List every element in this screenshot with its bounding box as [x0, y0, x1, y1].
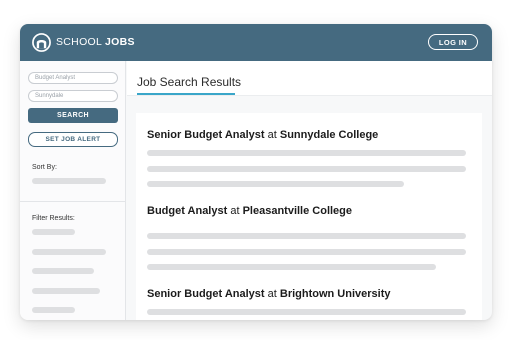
- job-description-placeholder: [147, 249, 466, 255]
- sort-option-placeholder[interactable]: [32, 178, 106, 184]
- job-description-placeholder: [147, 150, 466, 156]
- search-button[interactable]: SEARCH: [28, 108, 118, 123]
- page-title: Job Search Results: [137, 75, 242, 89]
- filter-option-placeholder[interactable]: [32, 268, 94, 274]
- job-employer: Pleasantville College: [242, 205, 353, 217]
- top-bar: SCHOOL JOBS LOG IN: [20, 24, 492, 61]
- location-input[interactable]: Sunnydale: [28, 90, 118, 102]
- job-employer: Sunnydale College: [279, 129, 379, 141]
- job-description-placeholder: [147, 166, 466, 172]
- sidebar-divider: [20, 201, 126, 202]
- filter-option-placeholder[interactable]: [32, 249, 106, 255]
- active-tab-underline: [137, 93, 235, 95]
- filter-option-placeholder[interactable]: [32, 288, 100, 294]
- site-logo[interactable]: SCHOOL JOBS: [56, 36, 135, 48]
- logo-jobs-text: JOBS: [104, 36, 135, 48]
- keyword-input[interactable]: Budget Analyst: [28, 72, 118, 84]
- job-listing-title[interactable]: Senior Budget Analyst at Sunnydale Colle…: [147, 129, 378, 141]
- job-title: Senior Budget Analyst: [147, 129, 265, 141]
- filter-option-placeholder[interactable]: [32, 307, 75, 313]
- school-logo-icon: [32, 33, 51, 52]
- login-button[interactable]: LOG IN: [428, 34, 478, 50]
- filter-option-placeholder[interactable]: [32, 229, 75, 235]
- job-title: Budget Analyst: [147, 205, 228, 217]
- job-at: at: [267, 129, 277, 141]
- job-listing-title[interactable]: Budget Analyst at Pleasantville College: [147, 205, 352, 217]
- sidebar: Budget Analyst Sunnydale SEARCH SET JOB …: [20, 61, 126, 320]
- sort-by-label: Sort By:: [32, 164, 57, 171]
- filter-results-label: Filter Results:: [32, 215, 75, 222]
- job-description-placeholder: [147, 181, 404, 187]
- job-listing-title[interactable]: Senior Budget Analyst at Brightown Unive…: [147, 288, 391, 300]
- set-job-alert-button[interactable]: SET JOB ALERT: [28, 132, 118, 147]
- job-description-placeholder: [147, 233, 466, 239]
- job-description-placeholder: [147, 309, 466, 315]
- results-header: Job Search Results: [127, 61, 492, 96]
- job-title: Senior Budget Analyst: [147, 288, 265, 300]
- job-description-placeholder: [147, 264, 436, 270]
- logo-school-text: SCHOOL: [56, 36, 102, 48]
- job-at: at: [230, 205, 240, 217]
- job-employer: Brightown University: [279, 288, 391, 300]
- job-at: at: [267, 288, 277, 300]
